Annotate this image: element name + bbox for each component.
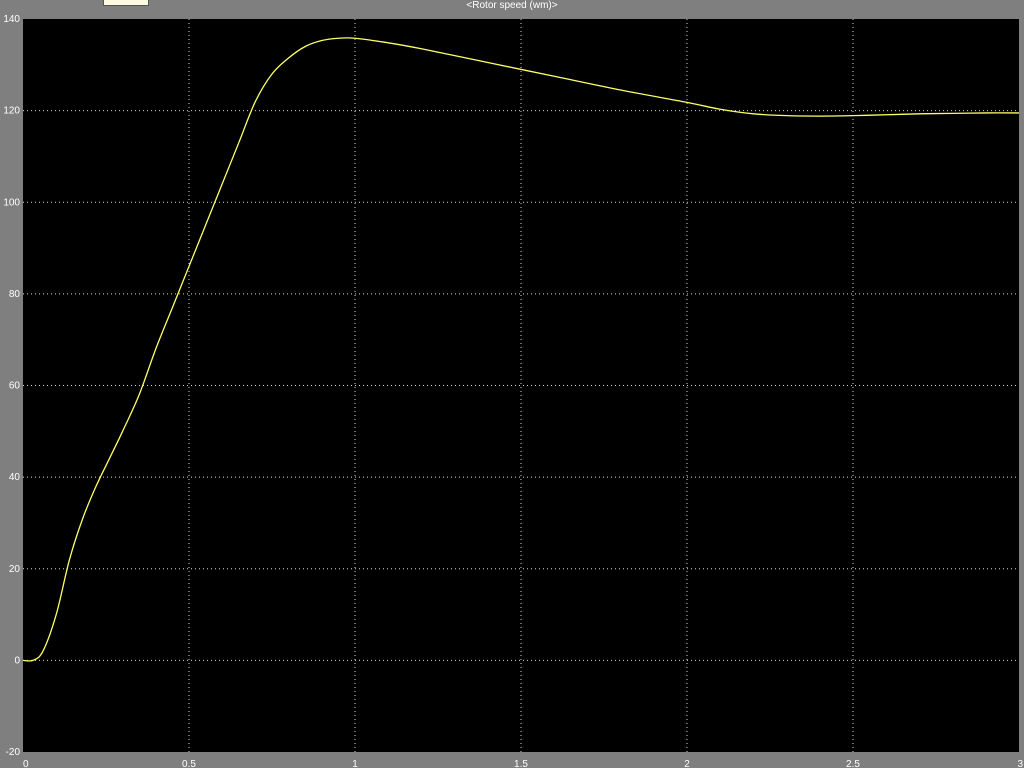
y-tick-label: 60 (9, 381, 21, 392)
x-tick-label: 0 (23, 759, 29, 768)
y-tick-label: 20 (9, 564, 21, 575)
x-tick-label: 1 (352, 759, 358, 768)
plot-background (23, 19, 1019, 752)
x-tick-label: 3 (1017, 759, 1023, 768)
y-tick-label: 80 (9, 289, 21, 300)
y-tick-label: 120 (3, 106, 20, 117)
y-tick-label: 140 (3, 14, 20, 25)
x-tick-label: 0.5 (182, 759, 196, 768)
x-tick-label: 1.5 (514, 759, 528, 768)
y-tick-label: -20 (6, 747, 21, 758)
x-tick-label: 2.5 (846, 759, 860, 768)
x-tick-label: 2 (684, 759, 690, 768)
y-tick-label: 40 (9, 472, 21, 483)
scope-window: <Rotor speed (wm)> -20 0 20 40 60 80 100 120 140… (0, 0, 1024, 768)
y-tick-label: 0 (14, 655, 20, 666)
rotor-speed-plot: -200204060801001201400 0.5 1 1.5 2 2.5 3 (3, 14, 1023, 768)
y-tick-label: 100 (3, 197, 20, 208)
